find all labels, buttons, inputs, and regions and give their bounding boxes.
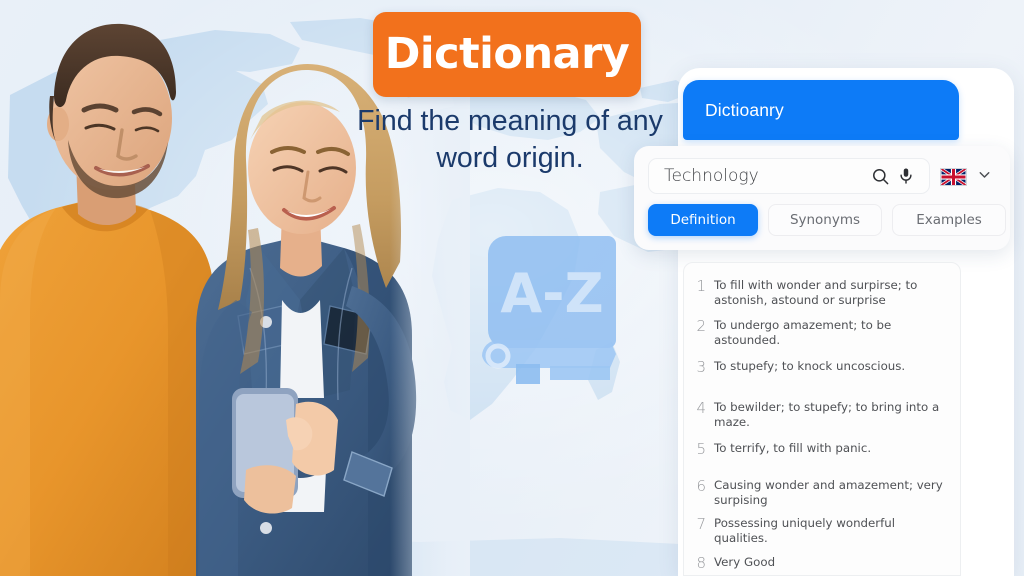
definition-number: 5 — [696, 440, 706, 458]
definition-row[interactable]: 8 Very Good — [684, 554, 960, 572]
dictionary-title-text: Dictionary — [384, 29, 630, 79]
hero-subtitle: Find the meaning of any word origin. — [340, 103, 680, 177]
definition-text: To terrify, to fill with panic. — [714, 441, 872, 455]
definition-number: 6 — [696, 477, 706, 495]
dictionary-title-badge: Dictionary — [373, 12, 641, 97]
language-selector[interactable] — [940, 166, 993, 188]
definition-row[interactable]: 6 Causing wonder and amazement; very sur… — [684, 477, 960, 508]
tab-examples-label: Examples — [916, 212, 982, 228]
definition-row[interactable]: 5 To terrify, to fill with panic. — [684, 440, 960, 458]
chevron-down-icon[interactable] — [976, 166, 993, 188]
definition-row[interactable]: 7 Possessing uniquely wonderful qualitie… — [684, 515, 960, 546]
definition-text: Very Good — [714, 555, 776, 569]
definition-text: Possessing uniquely wonderful qualities. — [714, 516, 896, 545]
definition-text: To bewilder; to stupefy; to bring into a… — [714, 400, 940, 429]
result-tabs: Definition Synonyms Examples — [648, 204, 1006, 236]
definition-number: 2 — [696, 317, 706, 335]
app-header-bar: Dictioanry — [683, 80, 959, 140]
definition-text: To undergo amazement; to be astounded. — [714, 318, 892, 347]
tab-examples[interactable]: Examples — [892, 204, 1006, 236]
svg-text:A-Z: A-Z — [500, 262, 603, 325]
definition-row[interactable]: 1 To fill with wonder and surpirse; to a… — [684, 277, 960, 308]
definitions-list[interactable]: 1 To fill with wonder and surpirse; to a… — [683, 262, 961, 576]
definition-number: 8 — [696, 554, 706, 572]
definition-number: 4 — [696, 399, 706, 417]
hero-subtitle-line1: Find the meaning of any — [357, 105, 663, 137]
search-input-wrapper[interactable]: Technology — [648, 158, 930, 194]
definition-row[interactable]: 4 To bewilder; to stupefy; to bring into… — [684, 399, 960, 430]
tab-definition-label: Definition — [670, 212, 736, 228]
search-input-value[interactable]: Technology — [664, 166, 867, 186]
tab-synonyms-label: Synonyms — [789, 212, 861, 228]
definition-row[interactable]: 2 To undergo amazement; to be astounded. — [684, 317, 960, 348]
az-book-icon: A-Z — [482, 236, 616, 384]
app-header-title: Dictioanry — [705, 99, 784, 120]
tab-definition[interactable]: Definition — [648, 204, 758, 236]
microphone-icon[interactable] — [893, 163, 919, 189]
definition-row[interactable]: 3 To stupefy; to knock uncoscious. — [684, 358, 960, 376]
hero-subtitle-line2: word origin. — [436, 142, 584, 175]
uk-flag-icon[interactable] — [940, 168, 967, 186]
page-root: A-Z Dictionary Find the meaning of any w… — [0, 0, 1024, 576]
search-card: Technology Definition Synonyms Examples — [634, 146, 1010, 250]
definition-number: 1 — [696, 277, 706, 295]
definition-text: To fill with wonder and surpirse; to ast… — [714, 278, 918, 307]
tab-synonyms[interactable]: Synonyms — [768, 204, 882, 236]
search-icon[interactable] — [867, 163, 893, 189]
definition-text: Causing wonder and amazement; very surpi… — [714, 478, 943, 507]
definition-text: To stupefy; to knock uncoscious. — [714, 359, 906, 373]
definition-number: 3 — [696, 358, 706, 376]
definition-number: 7 — [696, 515, 706, 533]
